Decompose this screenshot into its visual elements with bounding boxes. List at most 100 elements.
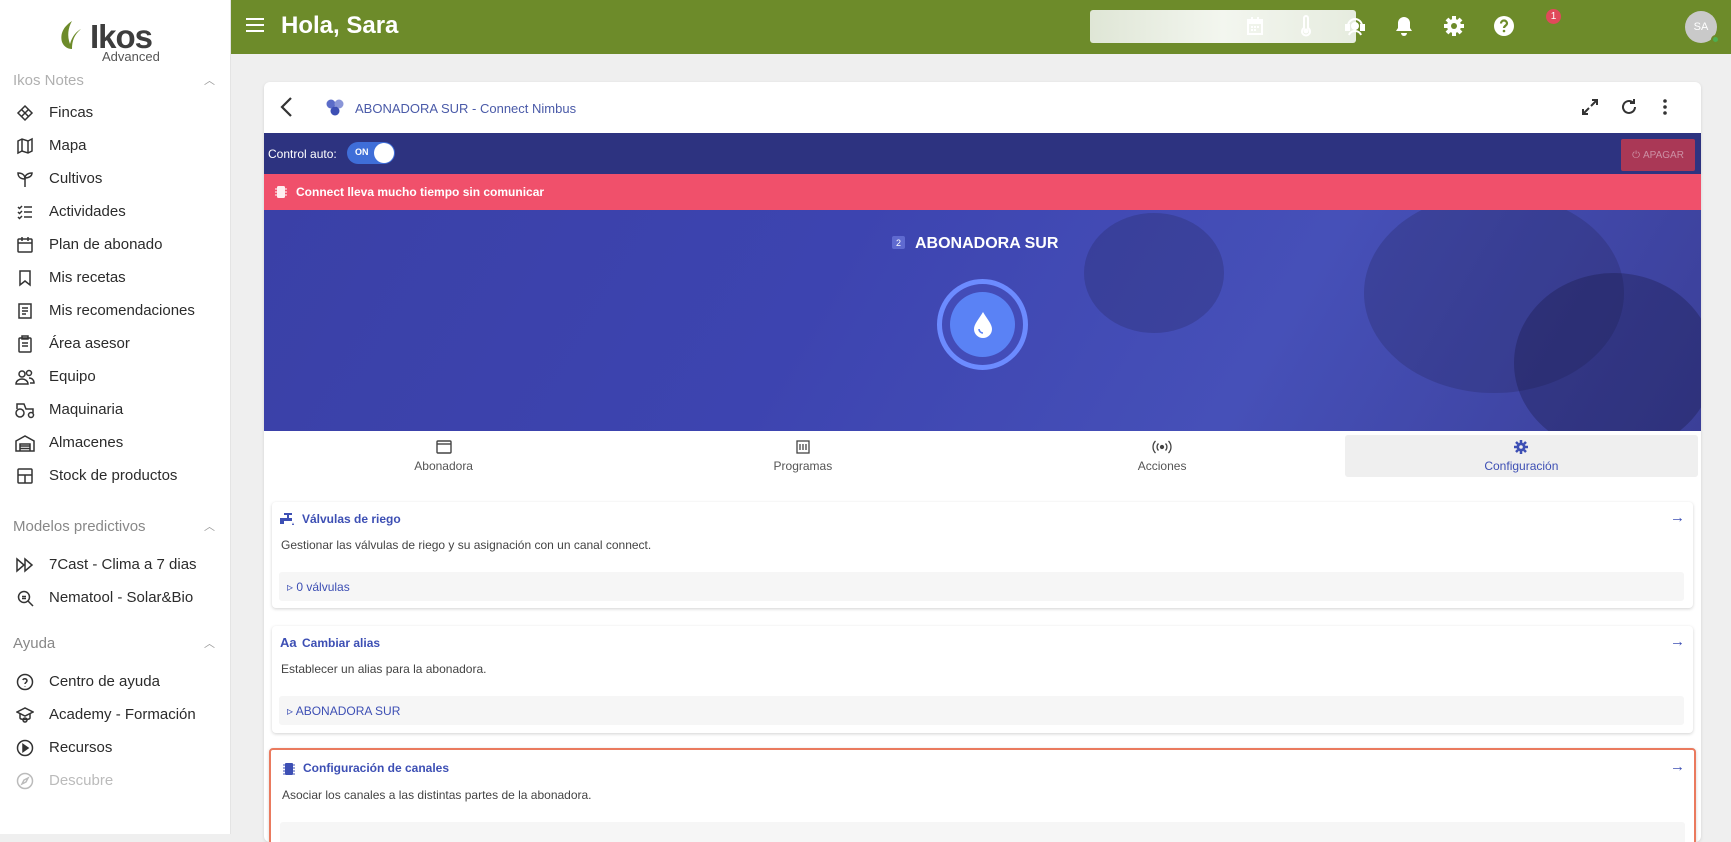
section-configuracion-canales[interactable]: Configuración de canales → Asociar los c… [269,748,1696,842]
sidebar-item-recetas[interactable]: Mis recetas [0,261,230,294]
arrow-right-icon[interactable]: → [1670,509,1685,526]
alert-text: Connect lleva mucho tiempo sin comunicar [296,185,545,199]
card-header: ABONADORA SUR - Connect Nimbus [264,82,1701,133]
section-description: Gestionar las válvulas de riego y su asi… [281,538,652,552]
sidebar-item-7cast[interactable]: 7Cast - Clima a 7 dias [0,548,230,581]
section-value: ▹ ABONADORA SUR [287,704,401,718]
sidebar-item-plan-abonado[interactable]: Plan de abonado [0,228,230,261]
tab-configuracion[interactable]: Configuración [1344,435,1698,477]
sidebar-item-recomendaciones[interactable]: Mis recomendaciones [0,294,230,327]
section-value-box[interactable]: ▹ 0 válvulas [279,572,1684,601]
sliders-icon [796,439,810,454]
hamburger-menu-icon[interactable] [245,16,265,39]
tab-label: Configuración [1484,458,1559,473]
tab-label: Acciones [1137,458,1187,473]
bell-icon[interactable] [1392,14,1416,38]
section-value-text: ABONADORA SUR [295,704,401,718]
device-banner: Control auto: ON ⏻ APAGAR Connect lleva … [264,133,1701,431]
arrow-right-icon[interactable]: → [1670,633,1685,650]
gear-icon [1514,439,1529,454]
power-icon: ⏻ [1632,149,1640,161]
sidebar-item-cultivos[interactable]: Cultivos [0,162,230,195]
tab-label: Abonadora [414,458,473,473]
nav-help: Ayuda ︿ Centro de ayuda Academy - Formac… [0,627,230,797]
sidebar-item-academy[interactable]: Academy - Formación [0,698,230,731]
sidebar-item-recursos[interactable]: Recursos [0,731,230,764]
device-name: ABONADORA SUR [915,235,1059,252]
tab-programas[interactable]: Programas [626,435,979,477]
fast-forward-icon [13,555,37,575]
sidebar-item-label: Centro de ayuda [49,673,160,690]
sidebar-item-almacenes[interactable]: Almacenes [0,426,230,459]
section-valvulas[interactable]: Válvulas de riego → Gestionar las válvul… [272,502,1693,608]
section-cambiar-alias[interactable]: Aa Cambiar alias → Establecer un alias p… [272,626,1693,733]
support-agent-icon[interactable] [1343,14,1367,38]
sidebar-item-label: Maquinaria [49,401,124,418]
back-arrow-icon[interactable] [280,96,294,123]
sidebar-item-centro-ayuda[interactable]: Centro de ayuda [0,665,230,698]
logo-subtitle: Advanced [102,49,160,64]
sidebar-item-label: Recursos [49,739,113,756]
calendar-icon [13,235,37,255]
help-circle-icon [13,672,37,692]
signal-icon [1152,440,1172,453]
section-notes-label: Ikos Notes [13,71,84,89]
section-value: ▹ 0 válvulas [287,580,350,594]
section-description: Establecer un alias para la abonadora. [281,662,487,676]
sidebar-item-stock[interactable]: Stock de productos [0,459,230,492]
sidebar-item-label: Plan de abonado [49,236,163,253]
gear-icon[interactable] [1442,14,1466,38]
map-icon [13,136,37,156]
sidebar-item-descubre[interactable]: Descubre [0,764,230,797]
help-icon[interactable] [1492,14,1516,38]
top-bar: Hola, Sara 1 SA [231,0,1731,54]
section-models-label: Modelos predictivos [13,517,146,535]
sidebar-item-fincas[interactable]: Fincas [0,96,230,129]
section-value-box[interactable] [280,822,1685,842]
play-circle-icon [13,738,37,758]
sidebar-item-label: Actividades [49,203,126,220]
sidebar-item-label: Mapa [49,137,87,154]
sidebar-item-label: Mis recetas [49,269,126,286]
control-auto-toggle[interactable]: ON [347,142,395,164]
section-help-label: Ayuda [13,634,56,652]
notification-badge: 1 [1546,9,1561,24]
device-card: ABONADORA SUR - Connect Nimbus Control a… [264,82,1701,842]
sidebar-item-label: 7Cast - Clima a 7 dias [49,556,197,573]
tab-acciones[interactable]: Acciones [986,435,1339,477]
sidebar-item-label: Área asesor [49,335,130,352]
sidebar-item-label: Almacenes [49,434,124,451]
sidebar-item-nematool[interactable]: Nematool - Solar&Bio [0,581,230,614]
sidebar-item-label: Academy - Formación [49,706,196,723]
sidebar-item-equipo[interactable]: Equipo [0,360,230,393]
sidebar-item-label: Nematool - Solar&Bio [49,589,194,606]
refresh-icon[interactable] [1619,97,1639,122]
sidebar-item-actividades[interactable]: Actividades [0,195,230,228]
power-off-button[interactable]: ⏻ APAGAR [1621,139,1695,171]
sidebar-item-mapa[interactable]: Mapa [0,129,230,162]
arrow-right-icon[interactable]: → [1670,758,1685,775]
graduation-icon [13,705,37,725]
tractor-icon [13,400,37,420]
tab-abonadora[interactable]: Abonadora [267,435,620,477]
expand-icon[interactable] [1580,97,1600,122]
card-title: ABONADORA SUR - Connect Nimbus [355,101,577,116]
receipt-icon [13,301,37,321]
drop-indicator [950,292,1015,357]
calendar-icon[interactable] [1243,14,1267,38]
alert-banner: Connect lleva mucho tiempo sin comunicar [264,174,1701,210]
control-row: Control auto: ON ⏻ APAGAR [264,133,1701,174]
power-off-label: APAGAR [1642,149,1684,161]
status-indicator[interactable] [937,279,1028,370]
section-notes-header[interactable]: Ikos Notes ︿ [0,64,230,96]
field-icon [13,103,37,123]
section-help-header[interactable]: Ayuda ︿ [0,627,230,659]
ikos-logo[interactable]: Ikos Advanced [58,20,160,70]
more-vert-icon[interactable] [1662,97,1668,122]
sidebar-item-area-asesor[interactable]: Área asesor [0,327,230,360]
section-value-box[interactable]: ▹ ABONADORA SUR [279,696,1684,725]
thermometer-icon[interactable] [1294,14,1318,38]
section-models-header[interactable]: Modelos predictivos ︿ [0,510,230,542]
sidebar-item-maquinaria[interactable]: Maquinaria [0,393,230,426]
sidebar-item-label: Stock de productos [49,467,178,484]
